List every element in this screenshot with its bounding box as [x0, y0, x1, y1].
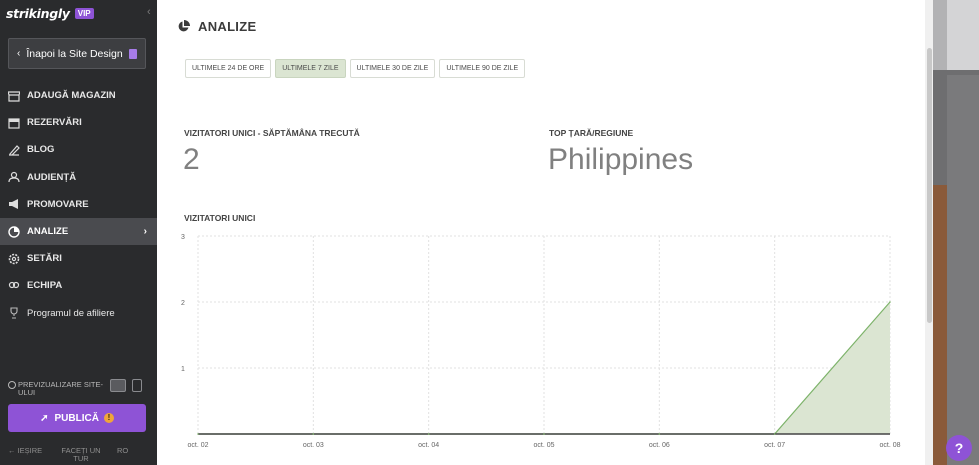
chevron-right-icon: › — [143, 226, 147, 238]
help-button[interactable]: ? — [946, 435, 972, 461]
sidebar-item-store[interactable]: ADAUGĂ MAGAZIN — [0, 82, 157, 109]
sidebar-item-label: BLOG — [27, 144, 55, 156]
x-tick-label: oct. 02 — [187, 442, 208, 449]
preview-image — [933, 185, 947, 465]
x-tick-label: oct. 06 — [649, 442, 670, 449]
sidebar-item-label: SETĂRI — [27, 253, 62, 265]
x-tick-label: oct. 08 — [879, 442, 900, 449]
tab-7-days[interactable]: ULTIMELE 7 ZILE — [275, 59, 346, 78]
page-title: ANALIZE — [198, 19, 257, 34]
unique-visitors-value: 2 — [183, 143, 200, 176]
chevron-left-icon: ‹ — [17, 48, 21, 59]
sidebar-item-label: PROMOVARE — [27, 198, 89, 210]
rocket-icon: ➚ — [40, 412, 49, 424]
exit-label: IEȘIRE — [17, 446, 43, 455]
tab-90-days[interactable]: ULTIMELE 90 DE ZILE — [439, 59, 526, 78]
sidebar-item-affiliate[interactable]: Programul de afiliere — [0, 300, 157, 327]
x-tick-label: oct. 05 — [533, 442, 554, 449]
data-point — [427, 433, 430, 435]
tab-24-hours[interactable]: ULTIMELE 24 DE ORE — [185, 59, 272, 78]
top-country-label: TOP ȚARĂ/REGIUNE — [549, 128, 634, 138]
sidebar: strikingly VIP ‹ ‹ Înapoi la Site Design… — [0, 0, 157, 465]
sidebar-item-audience[interactable]: AUDIENȚĂ — [0, 164, 157, 191]
sidebar-item-settings[interactable]: SETĂRI — [0, 245, 157, 272]
top-country-value: Philippines — [548, 143, 694, 176]
sidebar-item-label: ECHIPA — [27, 280, 63, 292]
main-panel: ANALIZE ULTIMELE 24 DE ORE ULTIMELE 7 ZI… — [157, 0, 932, 465]
preview-label: PREVIZUALIZARE SITE-ULUI — [18, 380, 104, 397]
data-point — [543, 433, 545, 435]
pen-icon — [8, 144, 20, 156]
y-tick-label: 3 — [181, 234, 185, 241]
store-icon — [8, 90, 20, 102]
sidebar-item-promotion[interactable]: PROMOVARE — [0, 191, 157, 218]
collapse-sidebar-icon[interactable]: ‹ — [147, 6, 151, 18]
sidebar-nav: ADAUGĂ MAGAZIN REZERVĂRI BLOG AUDIENȚĂ P… — [0, 82, 157, 327]
data-point — [312, 433, 315, 435]
sidebar-item-label: AUDIENȚĂ — [27, 171, 77, 183]
megaphone-icon — [8, 198, 20, 210]
y-tick-label: 2 — [181, 300, 185, 307]
sidebar-item-blog[interactable]: BLOG — [0, 136, 157, 163]
logo[interactable]: strikingly — [6, 6, 70, 21]
desktop-preview-icon[interactable] — [110, 379, 126, 392]
trophy-icon — [8, 307, 20, 319]
team-icon — [8, 280, 20, 292]
pie-chart-icon — [178, 20, 190, 32]
publish-label: PUBLICĂ — [54, 412, 99, 424]
unique-visitors-label: VIZITATORI UNICI - SĂPTĂMÂNA TRECUTĂ — [184, 128, 360, 138]
users-icon — [8, 171, 20, 183]
publish-button[interactable]: ➚ PUBLICĂ ! — [8, 404, 146, 432]
preview-panel — [947, 75, 979, 465]
sidebar-item-analytics[interactable]: ANALIZE › — [0, 217, 157, 246]
calendar-icon — [8, 117, 20, 129]
sidebar-item-label: Programul de afiliere — [27, 307, 115, 319]
y-tick-label: 1 — [181, 366, 185, 373]
back-button-label: Înapoi la Site Design — [26, 47, 123, 60]
scrollbar-thumb[interactable] — [927, 48, 932, 323]
sidebar-item-label: ADAUGĂ MAGAZIN — [27, 90, 116, 102]
gear-icon — [8, 253, 20, 265]
exit-link[interactable]: ← IEȘIRE — [8, 447, 42, 455]
sidebar-item-reservations[interactable]: REZERVĂRI — [0, 109, 157, 136]
data-point — [197, 433, 199, 435]
tour-link[interactable]: FACEȚI UN TUR — [58, 447, 104, 463]
site-preview: PREVIZUALIZARE SITE-ULUI — [8, 379, 148, 397]
warning-icon: ! — [103, 413, 114, 423]
x-tick-label: oct. 04 — [418, 442, 439, 449]
background-preview — [933, 0, 979, 465]
data-point — [773, 433, 776, 435]
range-tabs: ULTIMELE 24 DE ORE ULTIMELE 7 ZILE ULTIM… — [185, 59, 529, 78]
tab-30-days[interactable]: ULTIMELE 30 DE ZILE — [349, 59, 436, 78]
language-selector[interactable]: RO — [117, 447, 128, 455]
x-tick-label: oct. 07 — [764, 442, 785, 449]
data-point — [658, 433, 661, 435]
chart-title: VIZITATORI UNICI — [184, 213, 256, 223]
data-point — [889, 301, 891, 303]
visitors-chart: 1 2 3 oct. 02 oct. 03 oct. 04 oct. 05 oct. 06 oc… — [181, 234, 901, 449]
x-tick-label: oct. 03 — [303, 442, 324, 449]
document-icon — [129, 48, 137, 59]
page-header: ANALIZE — [177, 19, 256, 34]
vip-badge: VIP — [74, 8, 94, 19]
eye-icon — [8, 381, 16, 389]
preview-top-edge — [933, 0, 947, 70]
sidebar-item-label: ANALIZE — [27, 226, 69, 238]
sidebar-item-team[interactable]: ECHIPA — [0, 272, 157, 299]
logo-row: strikingly VIP — [6, 6, 94, 21]
mobile-preview-icon[interactable] — [132, 379, 142, 392]
pie-chart-icon — [8, 225, 20, 238]
sidebar-item-label: REZERVĂRI — [27, 117, 82, 129]
back-to-site-design-button[interactable]: ‹ Înapoi la Site Design — [8, 38, 146, 69]
